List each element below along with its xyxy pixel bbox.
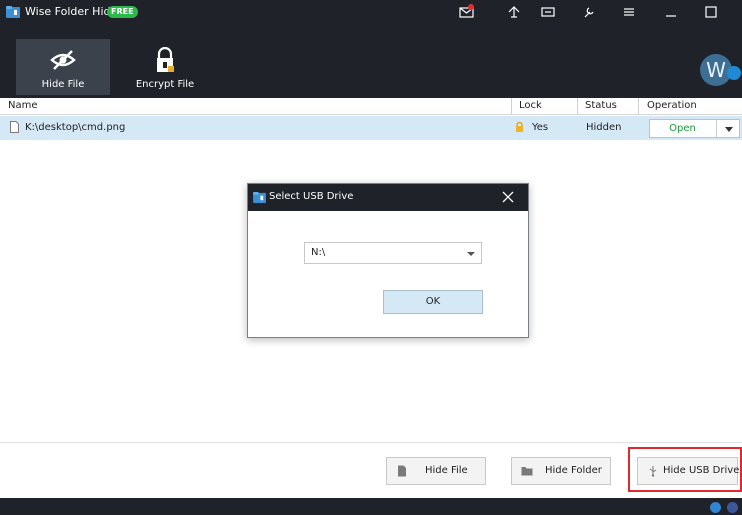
file-icon	[10, 121, 19, 133]
column-header-name[interactable]: Name	[8, 100, 38, 111]
lock-icon	[516, 122, 523, 132]
menu-icon[interactable]	[620, 4, 638, 20]
notification-dot	[468, 4, 474, 10]
message-icon[interactable]	[539, 4, 557, 20]
chevron-down-icon	[467, 252, 475, 256]
hide-file-button[interactable]: Hide File	[386, 457, 486, 485]
table-header: Name Lock Status Operation	[0, 98, 742, 115]
column-header-lock[interactable]: Lock	[519, 100, 542, 111]
divider	[0, 442, 742, 443]
column-divider	[511, 98, 512, 115]
header: Wise Folder Hider FREE Hide File Encrypt…	[0, 0, 742, 98]
app-logo-icon	[6, 6, 20, 18]
tab-hide-file[interactable]: Hide File	[16, 39, 110, 95]
table-row[interactable]: K:\desktop\cmd.png Yes Hidden Open	[0, 116, 742, 140]
select-usb-dialog: Select USB Drive N:\ OK	[247, 183, 529, 338]
lock-value: Yes	[532, 122, 549, 133]
ok-button[interactable]: OK	[383, 290, 483, 314]
status-value: Hidden	[586, 122, 622, 133]
dialog-title: Select USB Drive	[269, 191, 354, 202]
tools-icon[interactable]	[580, 4, 598, 20]
tab-label: Encrypt File	[135, 79, 195, 90]
file-icon	[398, 465, 406, 477]
dialog-title-bar: Select USB Drive	[248, 184, 528, 211]
upload-icon[interactable]	[505, 4, 523, 20]
split-divider	[716, 120, 717, 137]
facebook-icon[interactable]	[727, 502, 738, 513]
drive-select-value: N:\	[311, 247, 326, 258]
open-split-button: Open	[649, 119, 740, 138]
maximize-icon[interactable]	[702, 4, 720, 20]
tab-label: Hide File	[41, 79, 85, 90]
hide-folder-button[interactable]: Hide Folder	[511, 457, 611, 485]
folder-icon	[521, 467, 533, 476]
close-icon[interactable]	[500, 189, 516, 205]
column-divider	[638, 98, 639, 115]
highlight-annotation	[628, 447, 742, 492]
button-label: Hide File	[425, 465, 468, 476]
online-status-dot	[727, 66, 741, 80]
button-label: Hide Folder	[545, 465, 602, 476]
column-header-status[interactable]: Status	[585, 100, 617, 111]
column-header-operation[interactable]: Operation	[647, 100, 697, 111]
column-divider	[577, 98, 578, 115]
chevron-down-icon[interactable]	[724, 125, 734, 133]
open-button[interactable]: Open	[650, 123, 715, 134]
minimize-icon[interactable]	[662, 4, 680, 20]
status-bar	[0, 498, 742, 515]
tab-encrypt-file[interactable]: Encrypt File	[118, 39, 212, 95]
eye-off-icon	[50, 50, 76, 70]
app-logo-icon	[253, 192, 266, 203]
free-badge: FREE	[107, 6, 138, 18]
drive-select[interactable]: N:\	[304, 242, 482, 264]
mail-icon[interactable]	[710, 502, 721, 513]
lock-file-icon	[157, 47, 174, 72]
title-bar: Wise Folder Hider FREE	[0, 0, 742, 26]
file-path: K:\desktop\cmd.png	[25, 122, 126, 133]
